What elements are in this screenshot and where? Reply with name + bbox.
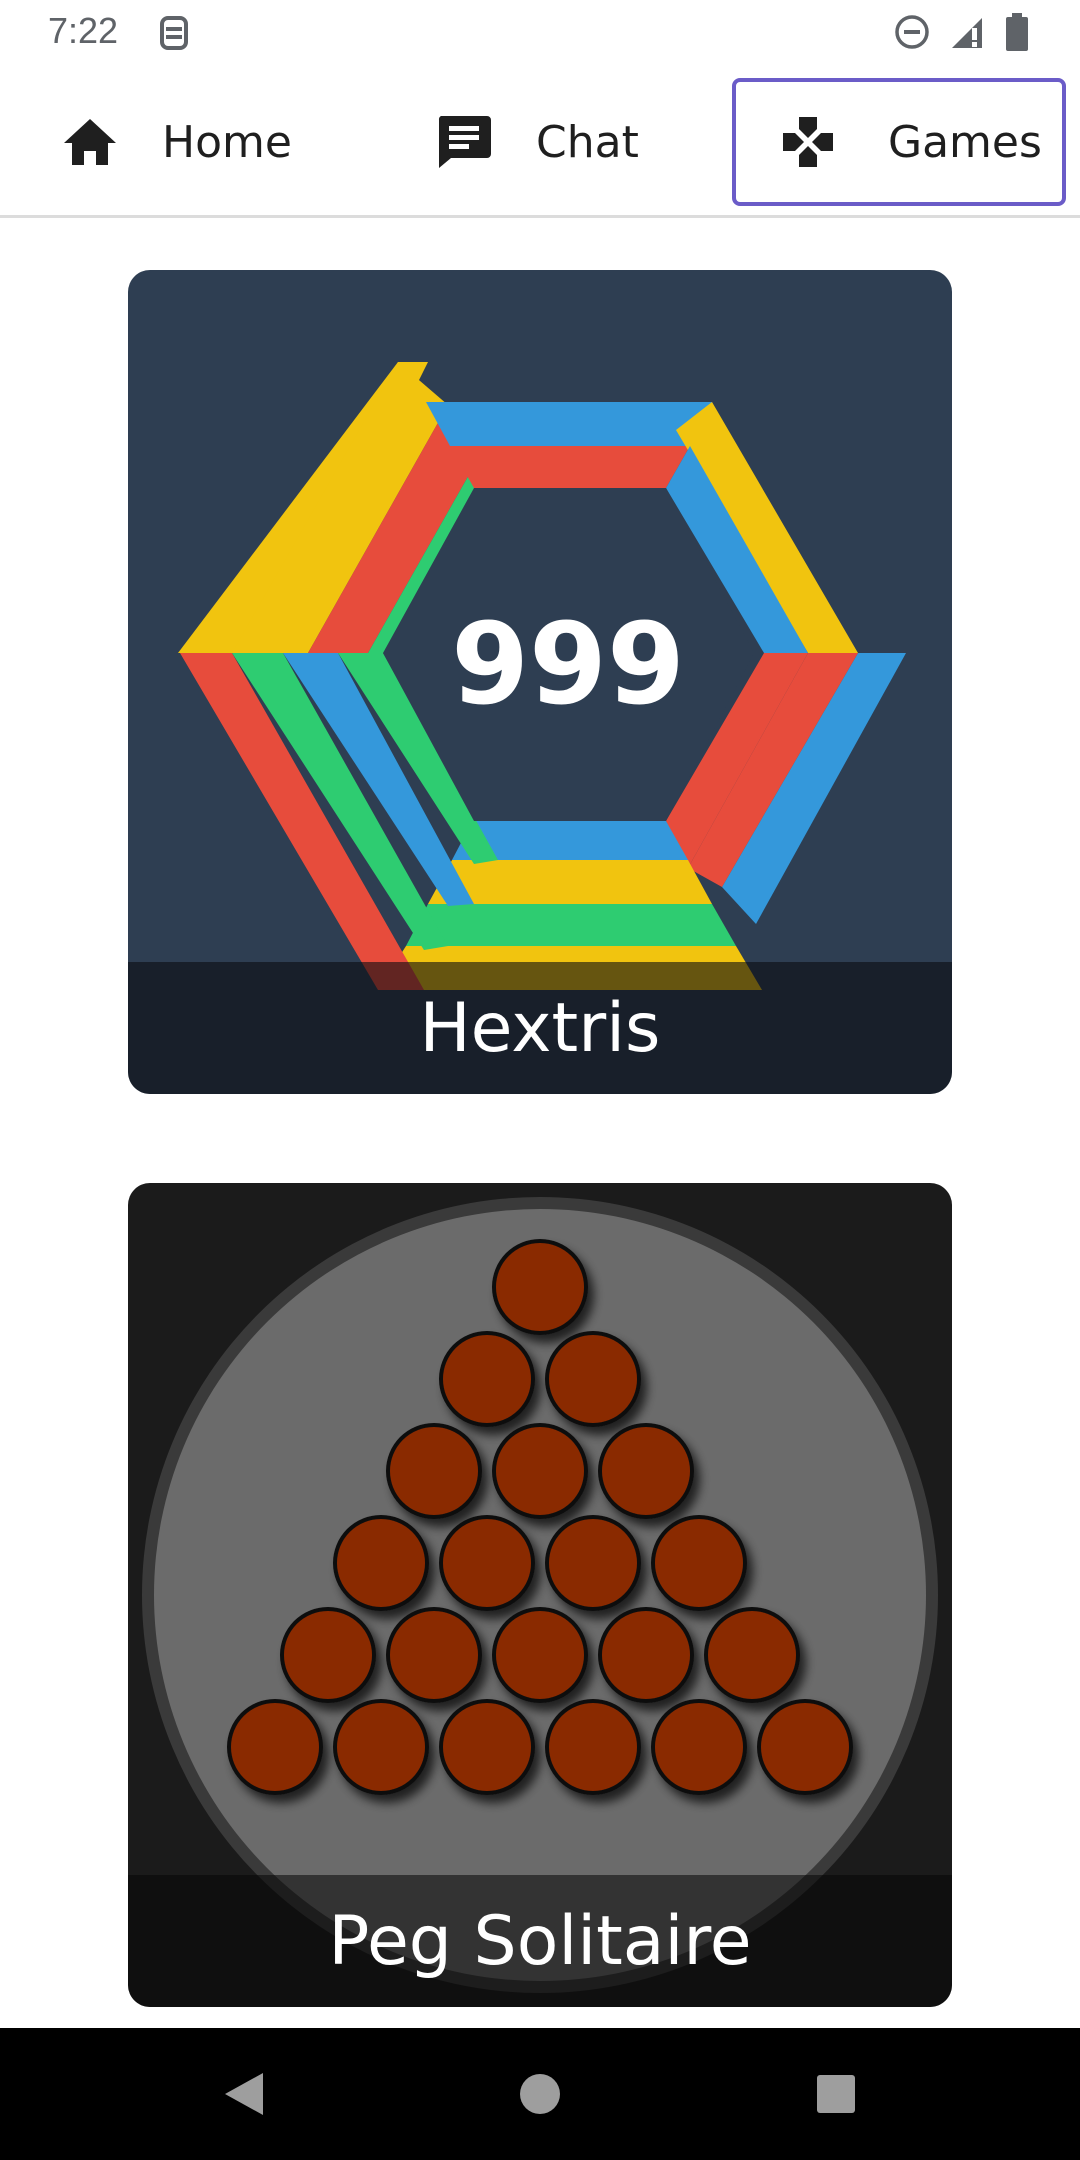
peg (598, 1607, 694, 1703)
chat-icon (432, 110, 496, 174)
peg (757, 1699, 853, 1795)
peg (333, 1699, 429, 1795)
peg (386, 1607, 482, 1703)
peg (492, 1423, 588, 1519)
nav-games-label: Games (888, 116, 1042, 168)
peg (598, 1423, 694, 1519)
game-title-hextris: Hextris (128, 962, 952, 1094)
recents-button[interactable] (806, 2064, 866, 2124)
home-circle-icon (520, 2074, 560, 2114)
do-not-disturb-icon (895, 15, 929, 49)
hextris-score: 999 (451, 600, 685, 730)
recents-icon (817, 2075, 855, 2113)
peg (545, 1515, 641, 1611)
peg (280, 1607, 376, 1703)
status-time: 7:22 (48, 10, 119, 51)
game-card-hextris[interactable]: 999 Hextris (128, 270, 952, 1094)
notification-icon (160, 16, 188, 50)
peg (651, 1699, 747, 1795)
status-bar: 7:22 (0, 0, 1080, 66)
system-navigation-bar (0, 2028, 1080, 2160)
gamepad-icon (776, 110, 840, 174)
nav-chat-label: Chat (536, 116, 639, 168)
nav-home-label: Home (162, 116, 292, 168)
peg (492, 1239, 588, 1335)
peg (492, 1607, 588, 1703)
peg (545, 1331, 641, 1427)
game-title-peg-solitaire: Peg Solitaire (128, 1875, 952, 2007)
nav-home[interactable]: Home (58, 80, 292, 204)
peg (439, 1699, 535, 1795)
peg (227, 1699, 323, 1795)
peg (651, 1515, 747, 1611)
back-button[interactable] (214, 2064, 274, 2124)
peg (386, 1423, 482, 1519)
peg (545, 1699, 641, 1795)
home-button[interactable] (510, 2064, 570, 2124)
nav-chat[interactable]: Chat (432, 80, 639, 204)
back-icon (225, 2073, 263, 2115)
peg (333, 1515, 429, 1611)
signal-icon (952, 18, 982, 48)
top-navigation: Home Chat Games (0, 66, 1080, 218)
peg (704, 1607, 800, 1703)
nav-games[interactable]: Games (732, 78, 1066, 206)
peg (439, 1331, 535, 1427)
peg (439, 1515, 535, 1611)
battery-icon (1006, 13, 1028, 51)
game-card-peg-solitaire[interactable]: Peg Solitaire (128, 1183, 952, 2007)
home-icon (58, 110, 122, 174)
